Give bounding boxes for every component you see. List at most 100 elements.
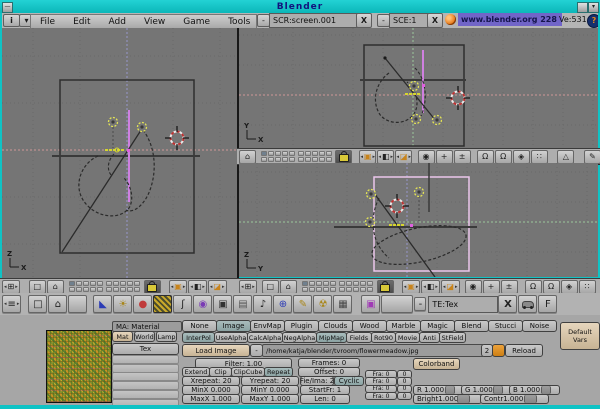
lamp-buttons-icon[interactable]: ☀ [113, 295, 132, 313]
home-icon[interactable]: ⌂ [48, 295, 67, 313]
scene-buttons-icon[interactable]: ⊕ [273, 295, 292, 313]
brightness-slider[interactable]: Bright1.000 [413, 394, 482, 404]
home-icon[interactable]: ⌂ [47, 280, 64, 294]
layer-cell[interactable] [261, 157, 267, 162]
layer-cell[interactable] [302, 287, 308, 292]
knife-icon[interactable]: ✎ [584, 150, 600, 164]
flag-negalpha[interactable]: NegAlpha [282, 332, 317, 343]
texture-type-marble[interactable]: Marble [386, 320, 421, 332]
texture-channel-slot[interactable] [112, 381, 179, 390]
menu-item-add[interactable]: Add [100, 17, 135, 27]
collapse-button[interactable]: - [414, 297, 426, 311]
layer-cell[interactable] [134, 287, 140, 292]
texture-type-image[interactable]: Image [216, 320, 251, 332]
len-field[interactable]: Len: 0 [300, 394, 350, 404]
flag-fields[interactable]: Fields [346, 332, 372, 343]
context-button-mat[interactable]: Mat [112, 331, 133, 342]
proportional-icon[interactable]: ∷ [531, 150, 548, 164]
texture-channel-slot[interactable] [112, 372, 179, 381]
screen-name-field[interactable]: SCR:screen.001 [269, 13, 363, 28]
material-buttons-icon[interactable]: ● [133, 295, 152, 313]
texture-buttons-icon[interactable] [153, 295, 172, 313]
lamp-icon[interactable] [109, 118, 118, 127]
layer-cell[interactable] [302, 281, 308, 286]
layer-cell[interactable] [319, 151, 325, 156]
layer-cell[interactable] [127, 281, 133, 286]
paint-buttons-icon[interactable]: ▤ [233, 295, 252, 313]
layer-cell[interactable] [339, 281, 345, 286]
layer-cell[interactable] [289, 157, 295, 162]
layer-cell[interactable] [360, 287, 366, 292]
image-path-field[interactable]: /home/katja/blender/tvroom/flowermeadow.… [262, 344, 484, 357]
lamp-icon[interactable] [366, 218, 375, 227]
layer-cell[interactable] [305, 151, 311, 156]
face-select-icon[interactable]: △ [557, 150, 574, 164]
window-restore-button[interactable] [577, 2, 588, 13]
fullscreen-icon[interactable]: □ [28, 295, 47, 313]
layer-cell[interactable] [113, 287, 119, 292]
layer-cell[interactable] [106, 287, 112, 292]
layer-cell[interactable] [330, 281, 336, 286]
layer-buttons[interactable] [261, 151, 332, 162]
layer-cell[interactable] [120, 287, 126, 292]
layer-buttons[interactable] [302, 281, 373, 292]
viewtype-menu-icon[interactable]: ◂⊞▸ [239, 280, 257, 294]
reload-image-button[interactable]: Reload [505, 344, 543, 357]
home-icon[interactable]: ⌂ [280, 280, 297, 294]
lamp-icon[interactable] [433, 116, 442, 125]
layer-cell[interactable] [76, 287, 82, 292]
pack-image-icon[interactable] [492, 344, 505, 357]
texture-channel-slot[interactable] [112, 364, 179, 373]
camera-line[interactable] [62, 124, 145, 252]
layer-cell[interactable] [90, 287, 96, 292]
flag-usealpha[interactable]: UseAlpha [214, 332, 248, 343]
lamp-icon[interactable] [138, 123, 147, 132]
pivot-menu-icon[interactable]: ◂▣▸ [169, 280, 188, 294]
auto-name-icon[interactable] [518, 295, 537, 313]
contrast-slider[interactable]: Contr1.000 [480, 394, 549, 404]
3d-cursor-icon[interactable] [165, 126, 189, 150]
ipo-buttons-icon[interactable]: ʃ [173, 295, 192, 313]
layer-cell[interactable] [113, 281, 119, 286]
layer-cell[interactable] [127, 287, 133, 292]
layer-cell[interactable] [76, 281, 82, 286]
pivot-menu-icon[interactable]: ◂▣▸ [402, 280, 421, 294]
viewport-side[interactable]: Z Y [239, 163, 598, 277]
flag-mipmap[interactable]: MipMap [316, 332, 347, 343]
layer-cell[interactable] [289, 151, 295, 156]
layer-cell[interactable] [69, 287, 75, 292]
layer-cell[interactable] [367, 287, 373, 292]
menu-item-edit[interactable]: Edit [64, 17, 99, 27]
layer-cell[interactable] [309, 287, 315, 292]
layer-cell[interactable] [309, 281, 315, 286]
sound-buttons-icon[interactable]: ♪ [253, 295, 272, 313]
blank-button[interactable] [68, 295, 87, 313]
layer-cell[interactable] [275, 151, 281, 156]
slider-knob[interactable] [541, 386, 551, 394]
layer-cell[interactable] [298, 151, 304, 156]
menu-item-game[interactable]: Game [174, 17, 219, 27]
menu-item-view[interactable]: View [135, 17, 174, 27]
slider-knob[interactable] [445, 386, 455, 394]
layer-cell[interactable] [83, 281, 89, 286]
layer-cell[interactable] [330, 287, 336, 292]
fra-offset-field[interactable]: 0 [397, 392, 412, 401]
flag-calcalpha[interactable]: CalcAlpha [247, 332, 283, 343]
colorband-button[interactable]: Colorband [413, 358, 460, 370]
move-icon[interactable]: + [483, 280, 500, 294]
layer-cell[interactable] [312, 157, 318, 162]
texture-type-magic[interactable]: Magic [420, 320, 455, 332]
layer-cell[interactable] [323, 287, 329, 292]
layer-cell[interactable] [323, 281, 329, 286]
texture-close-button[interactable]: X [498, 295, 517, 313]
menu-item-tools[interactable]: Tools [219, 17, 259, 27]
buttons-menu-icon[interactable]: ◂≡▸ [2, 295, 21, 313]
lamp-icon[interactable] [367, 190, 376, 199]
layer-cell[interactable] [312, 151, 318, 156]
layer-cell[interactable] [353, 281, 359, 286]
flag-movie[interactable]: Movie [395, 332, 420, 343]
wire-sphere-icon[interactable]: ◉ [465, 280, 482, 294]
flag-rot90[interactable]: Rot90 [371, 332, 396, 343]
orange-box-menu-icon[interactable]: ◂◪▸ [395, 150, 412, 164]
viewport-top[interactable]: Y X [239, 28, 598, 148]
